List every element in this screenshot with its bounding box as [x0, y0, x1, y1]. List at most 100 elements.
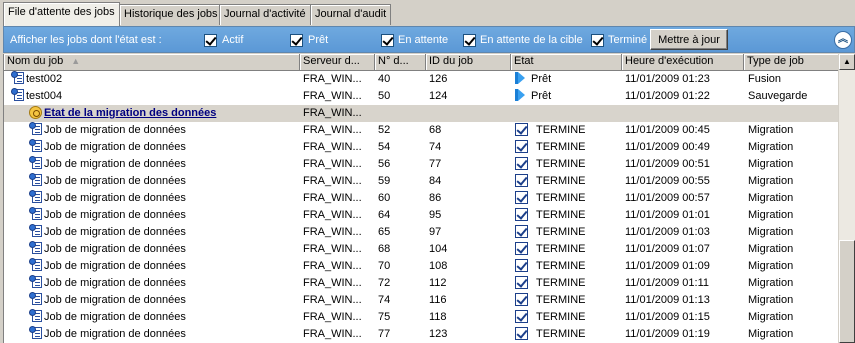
- table-row[interactable]: Job de migration de données FRA_WIN... 56 7…: [4, 156, 838, 173]
- cell-state: TERMINE: [511, 292, 622, 309]
- cell-state: TERMINE: [511, 241, 622, 258]
- cell-num: 65: [378, 226, 391, 238]
- filter-pending-label[interactable]: En attente: [398, 34, 448, 46]
- table-row[interactable]: Job de migration de données FRA_WIN... 68 1…: [4, 241, 838, 258]
- state-text: TERMINE: [536, 158, 586, 170]
- cell-server: FRA_WIN...: [303, 260, 362, 272]
- table-row[interactable]: Job de migration de données FRA_WIN... 64 9…: [4, 207, 838, 224]
- filter-ready-checkbox[interactable]: [290, 34, 303, 47]
- table-row[interactable]: Job de migration de données FRA_WIN... 52 6…: [4, 122, 838, 139]
- state-text: TERMINE: [536, 260, 586, 272]
- sort-ascending-icon: ▲: [71, 56, 81, 66]
- column-header-execution-time[interactable]: Heure d'exécution: [622, 54, 744, 71]
- column-header-job-name[interactable]: Nom du job ▲: [4, 54, 300, 71]
- job-icon: [11, 88, 25, 102]
- table-row[interactable]: test004 FRA_WIN... 50 124 Prêt 11/01/2009 01:…: [4, 88, 838, 105]
- table-row[interactable]: Job de migration de données FRA_WIN... 75 1…: [4, 309, 838, 326]
- cell-num: 56: [378, 158, 391, 170]
- state-text: TERMINE: [536, 124, 586, 136]
- tab-audit-log[interactable]: Journal d'audit: [310, 4, 392, 25]
- table-row[interactable]: Job de migration de données FRA_WIN... 72 1…: [4, 275, 838, 292]
- filter-pending-target-label[interactable]: En attente de la cible: [480, 34, 583, 46]
- scrollbar-thumb[interactable]: [839, 240, 855, 343]
- cell-type: Migration: [748, 328, 794, 340]
- tab-job-history[interactable]: Historique des jobs: [119, 4, 223, 25]
- table-row[interactable]: Job de migration de données FRA_WIN... 65 9…: [4, 224, 838, 241]
- state-text: TERMINE: [536, 277, 586, 289]
- group-link[interactable]: Etat de la migration des données: [44, 107, 216, 119]
- column-header-number[interactable]: N° d...: [375, 54, 426, 71]
- cell-name: test004: [4, 88, 300, 105]
- filter-pending-checkbox[interactable]: [381, 34, 394, 47]
- cell-server: FRA_WIN...: [303, 158, 362, 170]
- scroll-up-icon[interactable]: ▲: [839, 54, 855, 70]
- cell-type: Migration: [748, 192, 794, 204]
- column-header-job-id[interactable]: ID du job: [426, 54, 511, 71]
- filter-active-label[interactable]: Actif: [222, 34, 243, 46]
- cell-name: Job de migration de données: [4, 326, 300, 343]
- tab-job-queue[interactable]: File d'attente des jobs: [3, 2, 120, 26]
- filter-ready-label[interactable]: Prêt: [308, 34, 328, 46]
- cell-time: 11/01/2009 01:11: [625, 277, 710, 289]
- cell-time: 11/01/2009 01:09: [625, 260, 710, 272]
- job-icon: [29, 241, 43, 255]
- cell-type: Migration: [748, 277, 794, 289]
- group-row[interactable]: Etat de la migration des données FRA_WIN.…: [4, 105, 838, 122]
- cell-server: FRA_WIN...: [303, 328, 362, 340]
- filter-finished-label[interactable]: Terminé: [608, 34, 647, 46]
- tab-strip: File d'attente des jobs Historique des j…: [0, 0, 855, 26]
- table-row[interactable]: Job de migration de données FRA_WIN... 54 7…: [4, 139, 838, 156]
- cell-num: 64: [378, 209, 391, 221]
- state-text: TERMINE: [536, 141, 586, 153]
- cell-id: 84: [429, 175, 442, 187]
- cell-time: 11/01/2009 00:49: [625, 141, 710, 153]
- filter-label: Afficher les jobs dont l'état est :: [10, 34, 162, 46]
- cell-type: Fusion: [748, 73, 782, 85]
- job-name: Job de migration de données: [44, 141, 186, 153]
- cell-state: TERMINE: [511, 156, 622, 173]
- cell-state: TERMINE: [511, 122, 622, 139]
- update-button[interactable]: Mettre à jour: [650, 29, 728, 50]
- completed-check-icon: [515, 242, 528, 255]
- cell-server: FRA_WIN...: [303, 175, 362, 187]
- cell-id: 126: [429, 73, 448, 85]
- column-header-server[interactable]: Serveur d...: [300, 54, 375, 71]
- cell-time: 11/01/2009 00:57: [625, 192, 710, 204]
- cell-type: Migration: [748, 294, 794, 306]
- tab-activity-log[interactable]: Journal d'activité: [219, 4, 311, 25]
- cell-time: 11/01/2009 01:07: [625, 243, 710, 255]
- filter-finished-checkbox[interactable]: [591, 34, 604, 47]
- table-row[interactable]: Job de migration de données FRA_WIN... 60 8…: [4, 190, 838, 207]
- state-text: TERMINE: [536, 328, 586, 340]
- job-name: Job de migration de données: [44, 158, 186, 170]
- column-header-job-type[interactable]: Type de job: [744, 54, 838, 71]
- cell-time: 11/01/2009 01:23: [625, 73, 710, 85]
- table-row[interactable]: Job de migration de données FRA_WIN... 70 1…: [4, 258, 838, 275]
- cell-num: 60: [378, 192, 391, 204]
- table-row[interactable]: test002 FRA_WIN... 40 126 Prêt 11/01/2009 01:…: [4, 71, 838, 88]
- state-text: Prêt: [531, 73, 552, 85]
- cell-server: FRA_WIN...: [303, 226, 362, 238]
- cell-num: 52: [378, 124, 391, 136]
- cell-server: FRA_WIN...: [303, 192, 362, 204]
- filter-active-checkbox[interactable]: [204, 34, 217, 47]
- table-row[interactable]: Job de migration de données FRA_WIN... 74 1…: [4, 292, 838, 309]
- cell-num: 77: [378, 328, 391, 340]
- filter-pending-target-checkbox[interactable]: [463, 34, 476, 47]
- column-header-state[interactable]: Etat: [511, 54, 622, 71]
- table-row[interactable]: Job de migration de données FRA_WIN... 77 1…: [4, 326, 838, 343]
- completed-check-icon: [515, 310, 528, 323]
- cell-id: 74: [429, 141, 442, 153]
- vertical-scrollbar[interactable]: ▲: [838, 54, 855, 343]
- filter-bar: Afficher les jobs dont l'état est : Acti…: [3, 26, 855, 53]
- cell-id: 86: [429, 192, 442, 204]
- job-icon: [29, 275, 43, 289]
- cell-name: Job de migration de données: [4, 122, 300, 139]
- cell-name: Job de migration de données: [4, 258, 300, 275]
- cell-state: TERMINE: [511, 139, 622, 156]
- job-icon: [11, 71, 25, 85]
- cell-id: 108: [429, 260, 448, 272]
- table-row[interactable]: Job de migration de données FRA_WIN... 59 8…: [4, 173, 838, 190]
- double-chevron-up-icon[interactable]: ︽: [834, 31, 852, 49]
- cell-type: Migration: [748, 124, 794, 136]
